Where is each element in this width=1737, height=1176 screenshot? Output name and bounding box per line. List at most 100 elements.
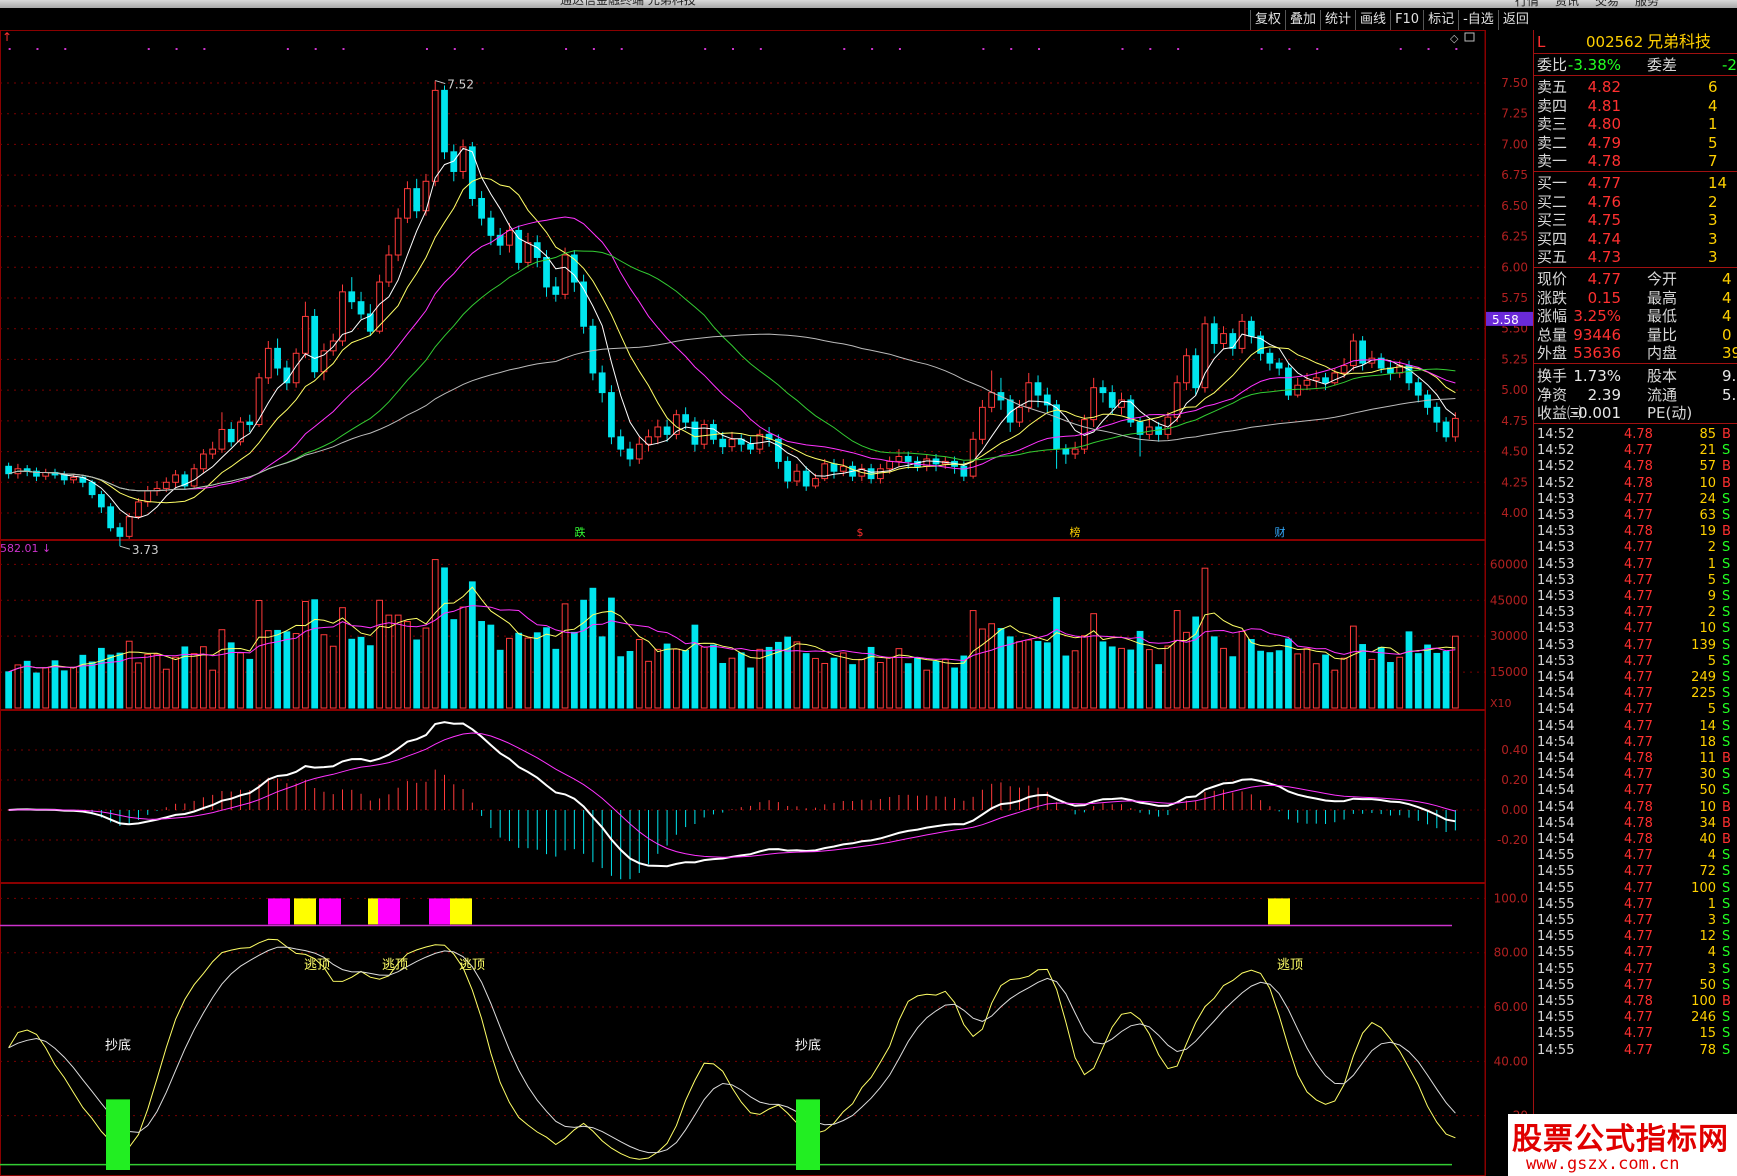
stat-label2: 股本 [1647,367,1678,385]
sell-label: 卖一 [1537,152,1568,171]
volume-bar [246,658,254,709]
toolbar-button-0[interactable]: 复权 [1250,10,1285,30]
volume-axis-label: 60000 [1490,557,1528,571]
volume-bar [645,660,652,709]
stat-label2: 流通 [1647,385,1678,404]
wb-label: 委比 [1537,56,1568,74]
volume-bar [14,664,22,709]
candle-body [1247,320,1255,337]
top-marker-dot [1149,48,1152,50]
candle-body [1266,352,1274,364]
toolbar-button-2[interactable]: 统计 [1320,10,1355,30]
top-marker-dot [425,48,428,50]
order-ratio-row: 委比 -3.38% 委差 -2 [1534,56,1737,74]
escape-top-label-1: 逃顶 [382,958,408,973]
toolbar-button-5[interactable]: 标记 [1423,10,1458,30]
stat-value: 1.73% [1573,367,1621,385]
macd-axis-label: -0.20 [1497,833,1528,847]
high-pointer [435,80,446,85]
candle-body [1062,448,1070,455]
top-marker-dot [1260,48,1263,50]
volume-bar [478,621,485,709]
volume-bar [877,662,884,709]
candle-body [561,254,569,295]
signal-top-marker [1268,898,1290,925]
volume-bar [1016,641,1023,709]
buy-level-1: 买一 4.77 14 [1534,174,1737,192]
stock-header: L 002562 兄弟科技 [1534,33,1737,52]
kline-chart-area[interactable]: 7.507.257.006.756.506.256.005.755.505.25… [0,30,1533,1176]
volume-bar [626,651,634,709]
stat-label2: 最高 [1647,288,1678,307]
volume-bar [728,657,736,709]
volume-bar [1071,650,1079,709]
toolbar-button-6[interactable]: -自选 [1458,10,1498,30]
toolbar-button-4[interactable]: F10 [1390,10,1423,30]
volume-bar [691,624,699,709]
sell-level-2: 卖二 4.79 5 [1534,134,1737,152]
volume-bar [42,667,50,709]
top-tab-0[interactable]: 行情 [1507,0,1547,8]
volume-bar [394,614,402,709]
volume-bar [162,668,170,709]
candle-body [617,436,625,450]
toolbar-button-1[interactable]: 叠加 [1285,10,1320,30]
volume-bar [747,667,754,709]
top-marker-dot [620,48,623,50]
candle-body [747,443,754,450]
top-marker-dot [147,48,150,50]
stat2-row-0: 换手 1.73% 股本 9.02 [1534,367,1737,385]
top-tab-3[interactable]: 服务 [1627,0,1667,8]
sell-level-3: 卖三 4.80 1 [1534,115,1737,133]
volume-bar [1043,642,1051,709]
top-tab-2[interactable]: 交易 [1587,0,1627,8]
top-marker-dot [175,48,178,50]
volume-bar [1451,635,1459,709]
candle-body [162,481,170,489]
candle-body [635,443,643,460]
macd-dif-line [8,721,1456,868]
volume-bar [1238,630,1246,709]
volume-bar [552,648,560,709]
volume-bar [1424,644,1431,709]
volume-bar [1433,652,1441,709]
volume-bar [441,567,448,709]
volume-bar [914,657,921,709]
volume-bar [153,653,161,709]
candle-body [969,438,977,477]
book-separator [1534,171,1737,172]
volume-bar [5,671,13,709]
stat-value: 53636 [1573,344,1621,363]
sell-volume: 5 [1708,133,1718,152]
volume-bar [468,581,476,709]
candle-body [172,474,179,483]
stat-value: -0.001 [1572,404,1621,423]
stat-row-0: 现价 4.77 今开 4 [1534,270,1737,288]
volume-bar [1034,640,1042,709]
buy-volume: 14 [1708,174,1728,192]
top-tab-1[interactable]: 资讯 [1547,0,1587,8]
toolbar-button-3[interactable]: 画线 [1355,10,1390,30]
top-marker-dot [481,48,484,50]
volume-bar [376,599,383,709]
price-axis-label: 5.25 [1501,352,1528,366]
buy-volume: 2 [1708,192,1718,211]
top-marker-dot [1455,48,1458,50]
quote-panel: L 002562 兄弟科技 委比 -3.38% 委差 -2 卖五 4.82 6 卖四 4.81 4 卖三 4… [1533,30,1737,1176]
volume-bar [793,641,801,709]
candle-body [1414,382,1422,396]
sell-level-1: 卖一 4.78 7 [1534,152,1737,170]
stat-label: 总量 [1537,325,1568,344]
volume-bar [1266,652,1274,709]
candle-body [5,465,13,475]
pane-frame-0 [0,30,1486,540]
buy-label: 买二 [1537,192,1568,211]
toolbar-button-7[interactable]: 返回 [1497,10,1533,30]
volume-bar [710,644,717,709]
candle-body [682,414,690,423]
candle-body [1071,448,1079,455]
top-marker-dot [898,48,901,50]
macd-axis-label: 0.20 [1501,773,1528,787]
ma60-line [8,333,1456,492]
volume-bar [589,587,597,709]
